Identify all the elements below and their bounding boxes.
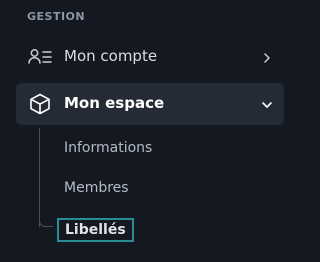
- sidebar-item-mon-espace[interactable]: Mon espace: [16, 83, 284, 125]
- tree-connector-elbow: [39, 219, 53, 227]
- user-list-icon: [28, 46, 52, 68]
- tree-connector-line: [39, 128, 40, 227]
- section-title: GESTION: [27, 10, 86, 23]
- subitem-membres[interactable]: Membres: [64, 179, 129, 197]
- cube-icon: [28, 93, 52, 115]
- sidebar-item-label: Mon espace: [64, 94, 165, 112]
- subitem-libelles[interactable]: Libellés: [57, 218, 134, 242]
- subitem-informations[interactable]: Informations: [64, 139, 152, 157]
- sidebar: GESTION Mon compte Mon espace Informatio…: [0, 0, 300, 262]
- chevron-down-icon: [260, 97, 274, 111]
- chevron-right-icon: [260, 50, 274, 64]
- sidebar-item-mon-compte[interactable]: Mon compte: [16, 36, 284, 78]
- sidebar-item-label: Mon compte: [64, 47, 158, 65]
